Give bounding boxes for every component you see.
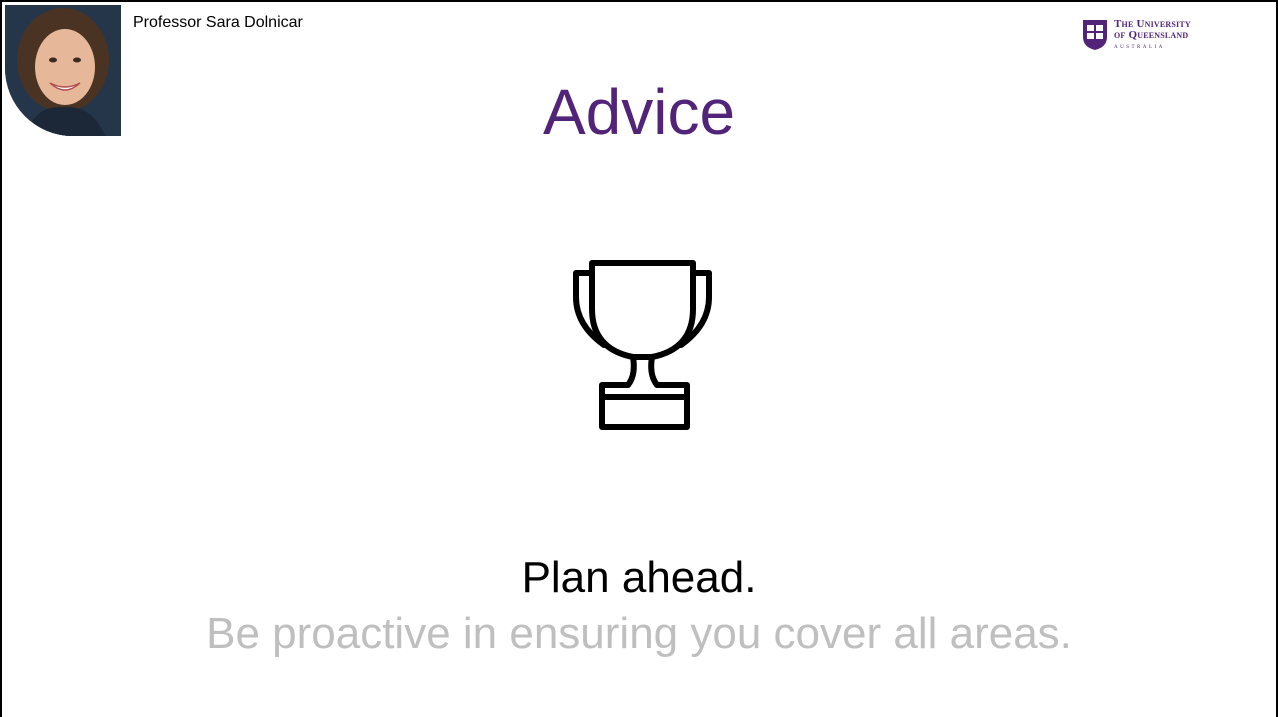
- university-name: The University of Queensland AUSTRALIA: [1114, 19, 1191, 53]
- trophy-icon: [573, 260, 712, 430]
- uq-crest-icon: [1083, 20, 1107, 50]
- university-logo: The University of Queensland AUSTRALIA: [1082, 19, 1191, 57]
- uq-line-3: AUSTRALIA: [1114, 45, 1165, 50]
- slide-title: Advice: [542, 76, 736, 148]
- slide: Professor Sara Dolnicar The University o…: [0, 0, 1278, 717]
- uq-line-2: of Queensland: [1114, 29, 1189, 41]
- main-text: Plan ahead.: [521, 553, 757, 602]
- presenter-name: Professor Sara Dolnicar: [133, 14, 303, 31]
- sub-text: Be proactive in ensuring you cover all a…: [206, 609, 1072, 658]
